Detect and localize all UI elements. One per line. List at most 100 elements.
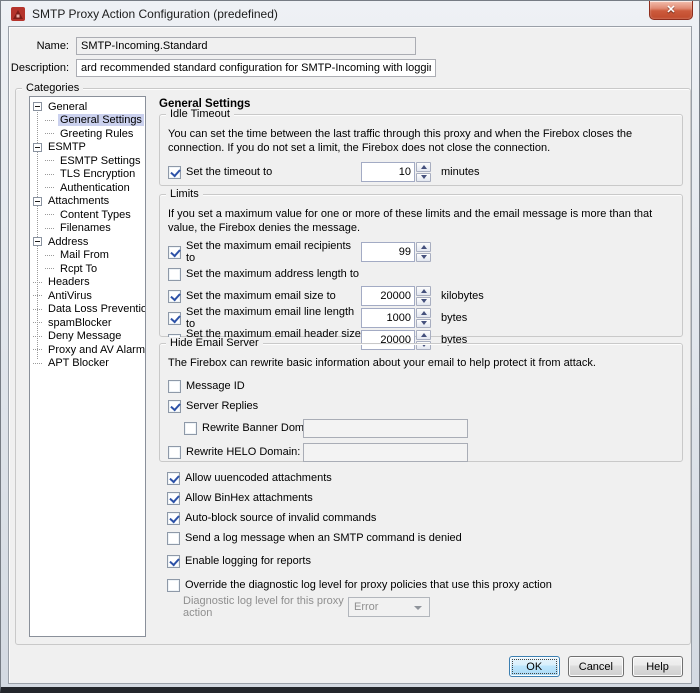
max-recipients-input[interactable] xyxy=(361,242,415,262)
max-line-length-checkbox[interactable] xyxy=(168,312,181,325)
app-icon xyxy=(10,6,26,22)
tree-branch-icon xyxy=(45,187,54,188)
tree-item-greeting-rules[interactable]: Greeting Rules xyxy=(30,127,145,141)
tree-item-antivirus[interactable]: AntiVirus xyxy=(30,289,145,303)
diagnostic-label: Diagnostic log level for this proxy acti… xyxy=(183,595,348,619)
spin-down-icon[interactable] xyxy=(416,297,431,307)
cancel-button[interactable]: Cancel xyxy=(568,656,624,677)
option-send-log: Send a log message when an SMTP command … xyxy=(159,528,683,548)
timeout-unit-label: minutes xyxy=(441,166,480,178)
override-log-level-checkbox[interactable] xyxy=(167,579,180,592)
button-bar: OK Cancel Help xyxy=(509,656,683,677)
tree-item-authentication[interactable]: Authentication xyxy=(30,181,145,195)
idle-timeout-group: Idle Timeout You can set the time betwee… xyxy=(159,114,683,186)
allow-uuencoded-checkbox[interactable] xyxy=(167,472,180,485)
help-button[interactable]: Help xyxy=(632,656,683,677)
max-recipients-spinner xyxy=(361,242,431,262)
name-label: Name: xyxy=(9,40,69,52)
max-line-length-input[interactable] xyxy=(361,308,415,328)
tree-item-filenames[interactable]: Filenames xyxy=(30,222,145,236)
tree-item-rcpt-to[interactable]: Rcpt To xyxy=(30,262,145,276)
spin-down-icon[interactable] xyxy=(416,319,431,329)
close-button[interactable]: ✕ xyxy=(649,1,693,20)
server-replies-checkbox[interactable] xyxy=(168,400,181,413)
rewrite-helo-row: Rewrite HELO Domain: xyxy=(168,440,674,464)
tree-branch-icon xyxy=(45,120,54,121)
spin-up-icon[interactable] xyxy=(416,308,431,318)
limits-description: If you set a maximum value for one or mo… xyxy=(168,207,674,235)
spin-down-icon[interactable] xyxy=(416,173,431,183)
options-list: Allow uuencoded attachments Allow BinHex… xyxy=(159,468,683,617)
name-field[interactable] xyxy=(76,37,416,55)
tree-item-general-settings[interactable]: General Settings xyxy=(30,114,145,128)
enable-logging-checkbox[interactable] xyxy=(167,555,180,568)
timeout-spinner xyxy=(361,162,431,182)
spin-up-icon[interactable] xyxy=(416,330,431,340)
set-timeout-checkbox[interactable] xyxy=(168,166,181,179)
option-uuencoded: Allow uuencoded attachments xyxy=(159,468,683,488)
tree-branch-icon xyxy=(45,228,54,229)
helo-domain-field[interactable] xyxy=(303,443,468,462)
limit-row-address-length: Set the maximum address length to xyxy=(168,263,674,285)
dialog-window: SMTP Proxy Action Configuration (predefi… xyxy=(0,0,700,693)
tree-item-mail-from[interactable]: Mail From xyxy=(30,249,145,263)
tree-collapse-icon[interactable] xyxy=(33,197,42,206)
banner-domain-field[interactable] xyxy=(303,419,468,438)
tree-item-esmtp-settings[interactable]: ESMTP Settings xyxy=(30,154,145,168)
max-line-length-spinner xyxy=(361,308,431,328)
tree-collapse-icon[interactable] xyxy=(33,237,42,246)
message-id-row: Message ID xyxy=(168,376,674,396)
tree-branch-icon xyxy=(33,349,42,350)
rewrite-helo-checkbox[interactable] xyxy=(168,446,181,459)
option-autoblock: Auto-block source of invalid commands xyxy=(159,508,683,528)
tree-item-data-loss-prevention[interactable]: Data Loss Prevention xyxy=(30,303,145,317)
tree-branch-icon xyxy=(33,336,42,337)
tree-item-tls-encryption[interactable]: TLS Encryption xyxy=(30,168,145,182)
ok-button[interactable]: OK xyxy=(509,656,560,677)
tree-collapse-icon[interactable] xyxy=(33,102,42,111)
set-timeout-label: Set the timeout to xyxy=(186,166,361,178)
max-recipients-checkbox[interactable] xyxy=(168,246,181,259)
message-id-checkbox[interactable] xyxy=(168,380,181,393)
settings-panel: General Settings Idle Timeout You can se… xyxy=(153,92,685,642)
tree-branch-icon xyxy=(45,174,54,175)
send-log-message-checkbox[interactable] xyxy=(167,532,180,545)
tree-item-content-types[interactable]: Content Types xyxy=(30,208,145,222)
tree-item-deny-message[interactable]: Deny Message xyxy=(30,330,145,344)
tree-item-address[interactable]: Address xyxy=(30,235,145,249)
spin-up-icon[interactable] xyxy=(416,242,431,252)
server-replies-row: Server Replies xyxy=(168,396,674,416)
categories-tree[interactable]: General General Settings Greeting Rules … xyxy=(29,96,146,637)
tree-item-spamblocker[interactable]: spamBlocker xyxy=(30,316,145,330)
tree-item-attachments[interactable]: Attachments xyxy=(30,195,145,209)
option-binhex: Allow BinHex attachments xyxy=(159,488,683,508)
tree-item-apt-blocker[interactable]: APT Blocker xyxy=(30,357,145,371)
timeout-input[interactable] xyxy=(361,162,415,182)
tree-branch-icon xyxy=(45,133,54,134)
max-email-size-input[interactable] xyxy=(361,286,415,306)
description-field[interactable] xyxy=(76,59,436,77)
option-enable-logging: Enable logging for reports xyxy=(159,551,683,571)
allow-binhex-checkbox[interactable] xyxy=(167,492,180,505)
tree-item-proxy-av-alarms[interactable]: Proxy and AV Alarms xyxy=(30,343,145,357)
tree-collapse-icon[interactable] xyxy=(33,143,42,152)
max-email-size-checkbox[interactable] xyxy=(168,290,181,303)
auto-block-checkbox[interactable] xyxy=(167,512,180,525)
tree-item-general[interactable]: General xyxy=(30,100,145,114)
hide-email-server-group-label: Hide Email Server xyxy=(166,337,263,350)
tree-item-esmtp[interactable]: ESMTP xyxy=(30,141,145,155)
title-bar[interactable]: SMTP Proxy Action Configuration (predefi… xyxy=(1,1,699,26)
chevron-down-icon xyxy=(414,606,422,610)
spin-down-icon[interactable] xyxy=(416,253,431,263)
spin-up-icon[interactable] xyxy=(416,162,431,172)
diagnostic-level-select[interactable]: Error xyxy=(348,597,430,617)
spin-up-icon[interactable] xyxy=(416,286,431,296)
limit-row-recipients: Set the maximum email recipients to xyxy=(168,241,674,263)
rewrite-banner-checkbox[interactable] xyxy=(184,422,197,435)
option-override-log-level: Override the diagnostic log level for pr… xyxy=(159,575,683,595)
tree-item-headers[interactable]: Headers xyxy=(30,276,145,290)
tree-branch-icon xyxy=(33,309,42,310)
tree-branch-icon xyxy=(45,160,54,161)
max-address-length-checkbox[interactable] xyxy=(168,268,181,281)
limits-group: Limits If you set a maximum value for on… xyxy=(159,194,683,337)
